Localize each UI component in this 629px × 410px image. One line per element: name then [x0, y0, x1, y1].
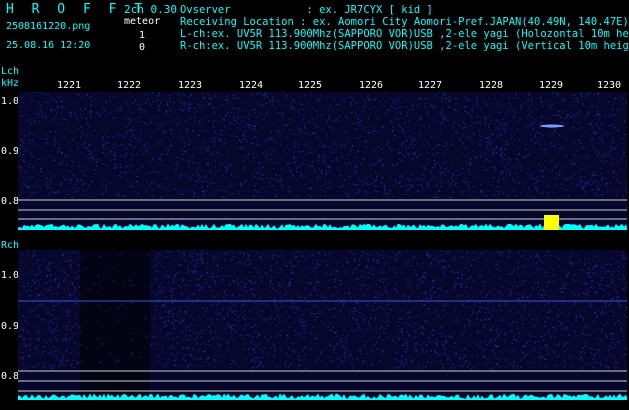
meteor-count-lch: 1: [139, 30, 146, 41]
lch-info: L-ch:ex. UV5R 113.900Mhz(SAPPORO VOR)USB…: [180, 28, 629, 40]
x-tick-1228: 1228: [479, 80, 504, 91]
y-tick-lch-1-0: 1.0: [1, 96, 20, 107]
observer-info: Ovserver : ex. JR7CYX [ kid ]: [180, 4, 433, 16]
x-tick-1225: 1225: [298, 80, 323, 91]
x-tick-1223: 1223: [178, 80, 203, 91]
y-tick-rch-1-0: 1.0: [1, 270, 20, 281]
meteor-count-rch: 0: [139, 42, 146, 53]
x-tick-1229: 1229: [539, 80, 564, 91]
datetime-label: 25.08.16 12:20: [6, 40, 91, 51]
lch-signal-spike: [544, 215, 559, 230]
x-tick-1224: 1224: [239, 80, 264, 91]
y-tick-lch-0-8: 0.8: [1, 196, 20, 207]
rch-label: Rch: [1, 240, 20, 251]
y-tick-rch-0-8: 0.8: [1, 371, 20, 382]
y-tick-lch-0-9: 0.9: [1, 146, 20, 157]
meteor-label: meteor: [124, 16, 161, 27]
location-info: Receiving Location : ex. Aomori City Aom…: [180, 16, 629, 28]
y-tick-rch-0-9: 0.9: [1, 321, 20, 332]
filename-label: 2508161220.png: [6, 21, 91, 32]
rch-dark-gap: [80, 250, 150, 400]
x-tick-1230: 1230: [597, 80, 622, 91]
x-tick-1226: 1226: [359, 80, 384, 91]
rch-info: R-ch:ex. UV5R 113.900Mhz(SAPPORO VOR)USB…: [180, 40, 629, 52]
lch-waterfall-panel: [18, 92, 627, 230]
x-tick-1221: 1221: [57, 80, 82, 91]
x-tick-1227: 1227: [418, 80, 443, 91]
rch-spectrogram: [18, 250, 627, 400]
khz-unit-label: kHz: [1, 78, 20, 89]
lch-meteor-echo: [540, 124, 564, 128]
x-tick-1222: 1222: [117, 80, 142, 91]
rch-waterfall-panel: [18, 250, 627, 400]
lch-spectrogram: [18, 92, 627, 230]
channel-time-label: 2ch 0.30: [124, 3, 177, 16]
lch-background: [18, 92, 627, 230]
lch-label: Lch: [1, 66, 20, 77]
